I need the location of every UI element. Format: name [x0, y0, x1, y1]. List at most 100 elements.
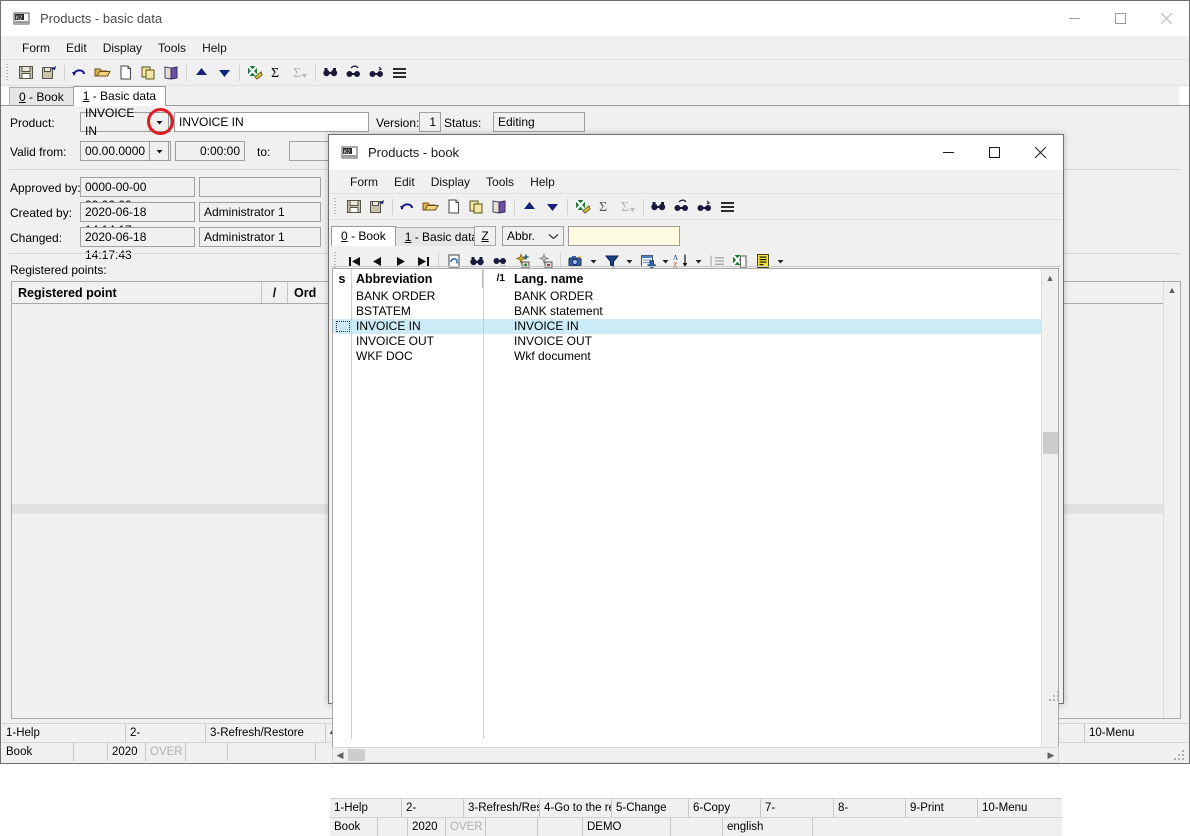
- list-horizontal-scrollbar[interactable]: ◀ ▶: [332, 747, 1059, 763]
- open-folder-icon[interactable]: [91, 62, 114, 84]
- grid-column-registered-point[interactable]: Registered point: [12, 282, 262, 303]
- list-column-lang-name[interactable]: Lang. name: [509, 270, 729, 288]
- menu-item-edit[interactable]: Edit: [386, 172, 423, 192]
- tab-book[interactable]: 0 - Book: [9, 87, 74, 106]
- valid-from-time-field[interactable]: 0:00:00: [175, 141, 245, 161]
- scroll-thumb[interactable]: [1043, 432, 1058, 454]
- book-icon[interactable]: [160, 62, 183, 84]
- child-resize-grip[interactable]: [1049, 689, 1061, 701]
- table-row[interactable]: BANK ORDER BANK ORDER: [333, 289, 1041, 304]
- table-row[interactable]: WKF DOC Wkf document: [333, 349, 1041, 364]
- save-as-icon[interactable]: [38, 62, 61, 84]
- book-icon[interactable]: [488, 196, 511, 218]
- product-name-field[interactable]: INVOICE IN: [174, 112, 369, 132]
- scroll-up-arrow[interactable]: ▲: [1164, 282, 1180, 298]
- chevron-down-icon[interactable]: [544, 227, 562, 245]
- fn-key-8[interactable]: 8-: [834, 799, 906, 817]
- minimize-button[interactable]: [1051, 1, 1097, 36]
- records-list-body[interactable]: BANK ORDER BANK ORDER BSTATEM BANK state…: [333, 289, 1045, 759]
- fn-key-9[interactable]: 9-Print: [906, 799, 978, 817]
- valid-from-date-combo[interactable]: 00.00.0000: [80, 141, 171, 161]
- fn-key-1[interactable]: 1-Help: [2, 724, 126, 742]
- export-excel-icon[interactable]: [571, 196, 594, 218]
- child-window-titlebar[interactable]: K2 Products - book: [329, 135, 1063, 170]
- table-row[interactable]: INVOICE OUT INVOICE OUT: [333, 334, 1041, 349]
- main-window-titlebar[interactable]: K2 Products - basic data: [1, 1, 1189, 36]
- search-value-input[interactable]: [568, 226, 680, 246]
- scroll-thumb-horizontal[interactable]: [348, 749, 365, 761]
- sum-icon[interactable]: Σ: [594, 196, 617, 218]
- fn-key-2[interactable]: 2-: [402, 799, 464, 817]
- grid-vertical-scrollbar[interactable]: ▲: [1163, 282, 1180, 718]
- find-icon[interactable]: [319, 62, 342, 84]
- new-document-icon[interactable]: [114, 62, 137, 84]
- menu-item-display[interactable]: Display: [423, 172, 478, 192]
- copy-icon[interactable]: [465, 196, 488, 218]
- find-icon[interactable]: [647, 196, 670, 218]
- find-next-icon[interactable]: [670, 196, 693, 218]
- fn-key-10[interactable]: 10-Menu: [1085, 724, 1188, 742]
- fn-key-4[interactable]: 4-Go to the re: [540, 799, 612, 817]
- menu-item-help[interactable]: Help: [522, 172, 563, 192]
- scroll-right-arrow[interactable]: ▶: [1044, 748, 1058, 762]
- list-column-abbreviation[interactable]: Abbreviation: [351, 270, 483, 288]
- maximize-button[interactable]: [1097, 1, 1143, 36]
- chevron-down-icon[interactable]: [149, 112, 169, 132]
- menu-item-tools[interactable]: Tools: [478, 172, 522, 192]
- maximize-button[interactable]: [971, 135, 1017, 170]
- tab-basic-data[interactable]: 1 - Basic data: [72, 86, 167, 106]
- find-prev-icon[interactable]: [693, 196, 716, 218]
- close-button[interactable]: [1143, 1, 1189, 36]
- toolbar-gripper[interactable]: [5, 63, 12, 82]
- menu-item-display[interactable]: Display: [95, 38, 150, 58]
- sum-filtered-icon[interactable]: Σ: [289, 62, 312, 84]
- move-up-icon[interactable]: [190, 62, 213, 84]
- menu-item-help[interactable]: Help: [194, 38, 235, 58]
- list-vertical-scrollbar[interactable]: ▲ ▼: [1041, 269, 1058, 759]
- search-mode-z-button[interactable]: Z: [474, 226, 496, 246]
- minimize-button[interactable]: [925, 135, 971, 170]
- grid-column-sortmark[interactable]: /: [262, 282, 288, 303]
- menu-item-tools[interactable]: Tools: [150, 38, 194, 58]
- find-next-icon[interactable]: [342, 62, 365, 84]
- menu-item-form[interactable]: Form: [14, 38, 58, 58]
- move-down-icon[interactable]: [213, 62, 236, 84]
- undo-icon[interactable]: [68, 62, 91, 84]
- records-list-panel[interactable]: s Abbreviation /1 Lang. name BANK ORDER …: [332, 268, 1059, 760]
- sum-icon[interactable]: Σ: [266, 62, 289, 84]
- fn-key-2[interactable]: 2-: [126, 724, 206, 742]
- save-as-icon[interactable]: [366, 196, 389, 218]
- close-button[interactable]: [1017, 135, 1063, 170]
- toolbar-gripper[interactable]: [333, 197, 340, 216]
- fn-key-1[interactable]: 1-Help: [330, 799, 402, 817]
- table-row-selected[interactable]: INVOICE IN INVOICE IN: [333, 319, 1045, 334]
- move-up-icon[interactable]: [518, 196, 541, 218]
- find-prev-icon[interactable]: [365, 62, 388, 84]
- fn-key-5[interactable]: 5-Change: [612, 799, 689, 817]
- chevron-down-icon[interactable]: [149, 141, 169, 161]
- move-down-icon[interactable]: [541, 196, 564, 218]
- product-code-combo[interactable]: INVOICE IN: [80, 106, 171, 138]
- save-icon[interactable]: [15, 62, 38, 84]
- copy-icon[interactable]: [137, 62, 160, 84]
- fn-key-7[interactable]: 7-: [761, 799, 834, 817]
- new-document-icon[interactable]: [442, 196, 465, 218]
- list-column-s[interactable]: s: [333, 270, 351, 288]
- table-row[interactable]: BSTATEM BANK statement: [333, 304, 1041, 319]
- open-folder-icon[interactable]: [419, 196, 442, 218]
- search-column-select[interactable]: Abbr.: [502, 226, 564, 246]
- menu-lines-icon[interactable]: [388, 62, 411, 84]
- scroll-left-arrow[interactable]: ◀: [333, 748, 347, 762]
- scroll-up-arrow[interactable]: ▲: [1042, 269, 1058, 286]
- save-icon[interactable]: [343, 196, 366, 218]
- fn-key-3[interactable]: 3-Refresh/Res: [464, 799, 540, 817]
- fn-key-10[interactable]: 10-Menu: [978, 799, 1062, 817]
- menu-item-form[interactable]: Form: [342, 172, 386, 192]
- menu-lines-icon[interactable]: [716, 196, 739, 218]
- fn-key-6[interactable]: 6-Copy: [689, 799, 761, 817]
- menu-item-edit[interactable]: Edit: [58, 38, 95, 58]
- tab-book[interactable]: 0 - Book: [331, 226, 396, 246]
- undo-icon[interactable]: [396, 196, 419, 218]
- export-excel-icon[interactable]: [243, 62, 266, 84]
- version-field[interactable]: 1: [419, 112, 441, 132]
